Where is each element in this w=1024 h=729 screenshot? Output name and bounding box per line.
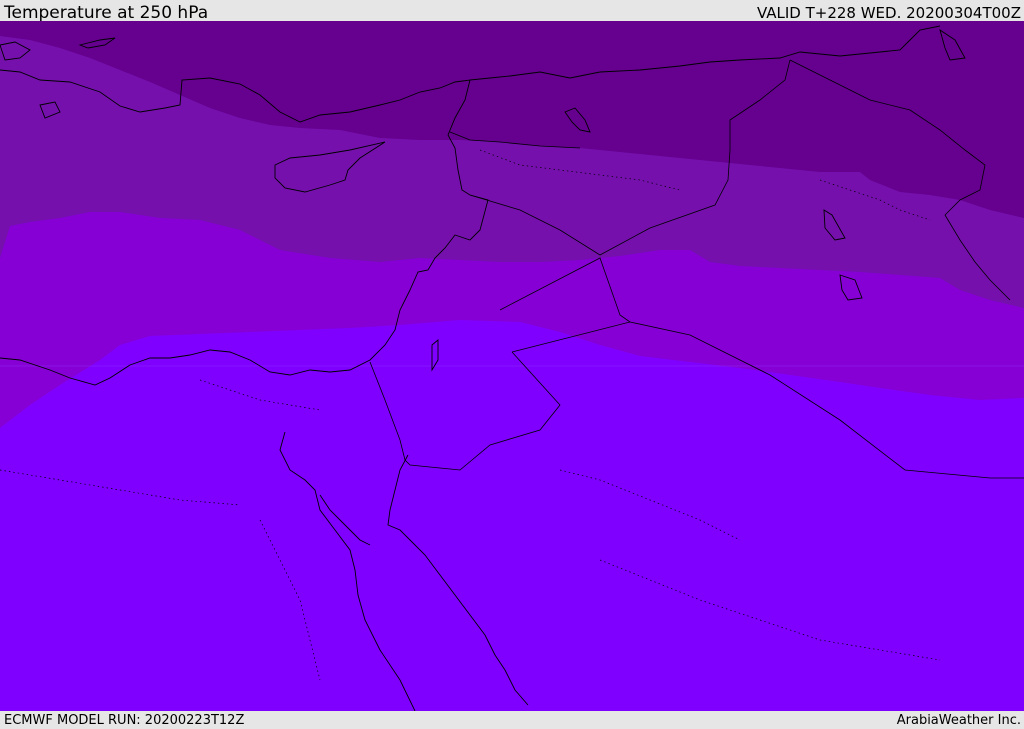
weather-map	[0, 21, 1024, 711]
model-run: ECMWF MODEL RUN: 20200223T12Z	[4, 713, 245, 728]
valid-time: VALID T+228 WED. 20200304T00Z	[756, 4, 1021, 22]
temperature-map-svg	[0, 21, 1024, 711]
brand-credit: ArabiaWeather Inc.	[896, 713, 1021, 728]
map-footer: ECMWF MODEL RUN: 20200223T12Z ArabiaWeat…	[0, 711, 1024, 729]
map-header: Temperature at 250 hPa VALID T+228 WED. …	[0, 0, 1024, 23]
map-title: Temperature at 250 hPa	[4, 3, 209, 23]
